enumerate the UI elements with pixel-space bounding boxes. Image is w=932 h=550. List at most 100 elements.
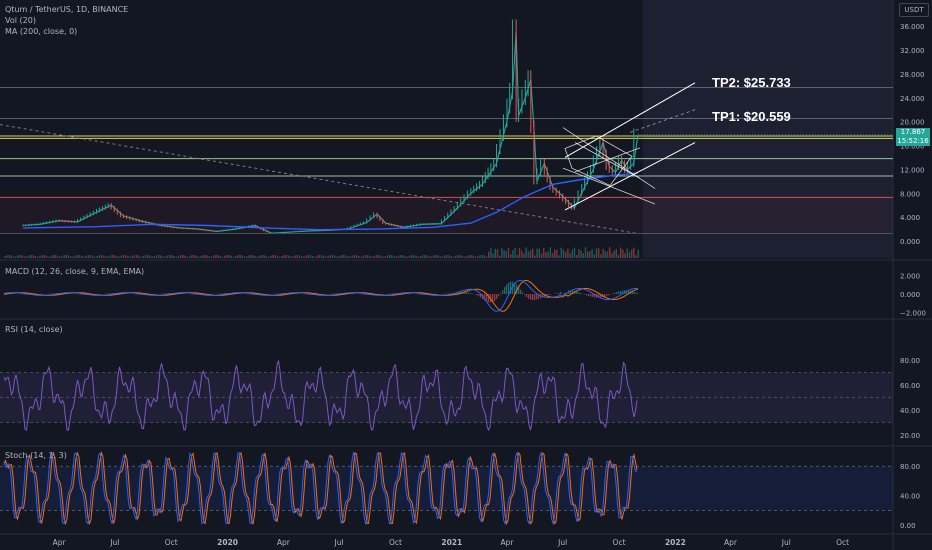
volume-bar <box>369 255 371 258</box>
volume-bar <box>604 251 606 258</box>
volume-bar <box>173 255 175 258</box>
volume-bar <box>633 247 635 258</box>
volume-bar <box>296 255 298 258</box>
volume-bar <box>591 249 593 258</box>
volume-bar <box>120 255 122 258</box>
volume-bar <box>217 255 219 258</box>
macd-hist-bar <box>390 293 392 294</box>
volume-bar <box>230 255 232 258</box>
currency-badge[interactable]: USDT <box>899 3 929 17</box>
volume-bar <box>558 255 560 258</box>
rsi-label: RSI (14, close) <box>5 325 63 334</box>
macd-hist-bar <box>562 293 564 294</box>
volume-bar <box>4 256 6 258</box>
volume-bar <box>98 255 100 258</box>
volume-bar <box>395 256 397 258</box>
volume-bar <box>463 256 466 258</box>
macd-hist-bar <box>620 290 622 294</box>
volume-bar <box>523 253 525 258</box>
volume-bar <box>400 255 402 258</box>
macd-hist-bar <box>222 293 224 294</box>
volume-bar <box>461 255 463 258</box>
time-tick-label: Apr <box>53 538 67 547</box>
rsi-tick-label: 80.00 <box>900 357 920 365</box>
volume-bar <box>208 256 210 258</box>
volume-bar <box>125 255 127 258</box>
volume-bar <box>413 255 415 258</box>
volume-bar <box>15 256 17 258</box>
macd-hist-bar <box>536 294 538 300</box>
stoch-tick-label: 40.00 <box>900 493 920 501</box>
volume-bar <box>540 253 543 258</box>
volume-bar <box>470 255 472 258</box>
volume-bar <box>571 249 573 258</box>
volume-bar <box>358 255 360 258</box>
volume-bar <box>239 255 241 258</box>
macd-hist-bar <box>448 293 450 294</box>
volume-bar <box>61 256 63 258</box>
volume-bar <box>444 255 446 258</box>
macd-tick-label: 2.000 <box>900 272 920 280</box>
price-tick-label: 20.000 <box>900 119 925 127</box>
volume-bar <box>345 255 347 258</box>
volume-bar <box>446 255 448 258</box>
volume-bar <box>620 247 622 258</box>
macd-hist-bar <box>590 294 592 297</box>
macd-hist-bar <box>52 293 54 294</box>
volume-bar <box>100 255 103 258</box>
volume-bar <box>261 255 263 258</box>
macd-hist-bar <box>466 292 468 294</box>
price-tick-label: 24.000 <box>900 95 925 103</box>
volume-bar <box>149 255 151 258</box>
macd-hist-bar <box>530 294 532 300</box>
candle-countdown: 15:52:16 <box>897 137 929 145</box>
volume-bar <box>184 255 186 258</box>
symbol-legend: Qtum / TetherUS, 1D, BINANCE Vol (20) MA… <box>5 4 128 37</box>
price-tick-label: 12.000 <box>900 166 925 174</box>
time-tick-label: 2020 <box>217 538 238 547</box>
volume-bar <box>347 256 349 258</box>
price-tick-label: 32.000 <box>900 47 925 55</box>
volume-bar <box>488 251 490 258</box>
volume-bar <box>254 256 257 258</box>
volume-bar <box>549 247 551 258</box>
volume-bar <box>195 255 197 258</box>
volume-bar <box>477 256 479 258</box>
volume-bar <box>259 255 261 258</box>
volume-bar <box>87 255 89 258</box>
macd-hist-bar <box>526 294 528 298</box>
volume-bar <box>182 255 184 258</box>
support-zone <box>0 197 893 234</box>
macd-label: MACD (12, 26, close, 9, EMA, EMA) <box>5 267 145 276</box>
volume-bar <box>221 256 224 258</box>
volume-bar <box>26 256 28 258</box>
macd-hist-bar <box>80 294 82 295</box>
volume-bars <box>4 247 639 258</box>
volume-bar <box>193 255 195 258</box>
volume-bar <box>105 256 107 258</box>
volume-bar <box>34 255 37 258</box>
volume-bar <box>52 255 54 258</box>
volume-bar <box>411 255 413 258</box>
volume-bar <box>602 249 604 258</box>
volume-bar <box>441 256 444 258</box>
macd-hist-bar <box>578 292 580 294</box>
time-tick-label: Oct <box>389 538 402 547</box>
macd-hist-bar <box>508 282 510 294</box>
volume-bar <box>510 254 512 258</box>
volume-bar <box>587 251 589 258</box>
volume-bar <box>235 256 237 258</box>
volume-bar <box>122 255 125 258</box>
time-tick-label: Jul <box>557 538 567 547</box>
volume-bar <box>138 255 140 258</box>
volume-bar <box>111 255 114 258</box>
volume-bar <box>279 256 281 258</box>
volume-bar <box>204 255 206 258</box>
volume-bar <box>448 255 450 258</box>
macd-hist-bar <box>534 294 536 301</box>
volume-bar <box>342 255 345 258</box>
volume-bar <box>637 249 639 258</box>
volume-bar <box>367 255 369 258</box>
volume-bar <box>305 255 307 258</box>
volume-bar <box>12 256 15 258</box>
